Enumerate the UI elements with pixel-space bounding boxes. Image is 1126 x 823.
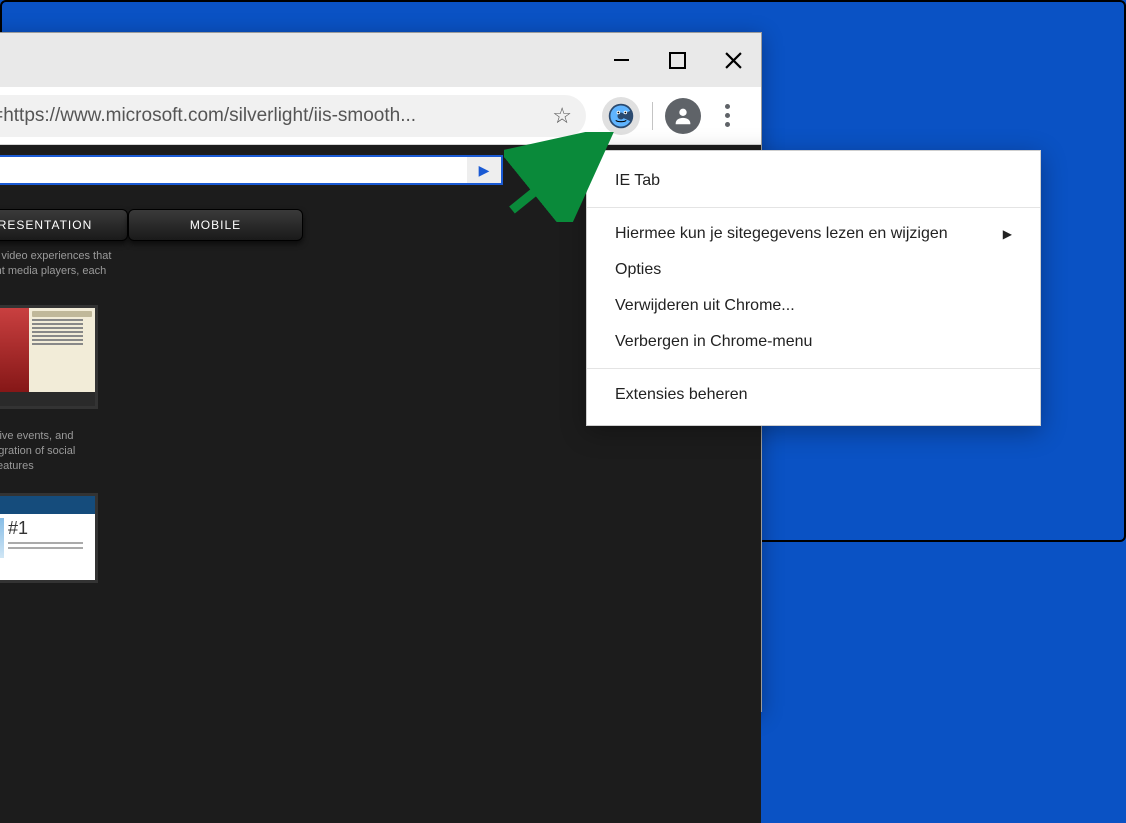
- toolbar-separator: [652, 102, 653, 130]
- menu-hide[interactable]: Verbergen in Chrome-menu: [587, 324, 1040, 360]
- address-url: url=https://www.microsoft.com/silverligh…: [0, 105, 542, 127]
- menu-manage-label: Extensies beheren: [615, 386, 748, 404]
- tab-mobile[interactable]: MOBILE: [128, 209, 303, 241]
- video-thumbnail-2[interactable]: #1: [0, 493, 98, 583]
- page-description-1: engaging video experiences that ry diffe…: [0, 249, 153, 279]
- page-tabs: PRESENTATION MOBILE: [0, 209, 303, 241]
- menu-site-access[interactable]: Hiermee kun je sitegegevens lezen en wij…: [587, 216, 1040, 252]
- video-thumbnail-1[interactable]: [0, 305, 98, 409]
- menu-separator: [587, 368, 1040, 369]
- window-minimize-button[interactable]: [593, 33, 649, 87]
- menu-title: IE Tab: [587, 163, 1040, 199]
- menu-remove-label: Verwijderen uit Chrome...: [615, 297, 795, 315]
- menu-site-access-label: Hiermee kun je sitegegevens lezen en wij…: [615, 225, 948, 243]
- menu-title-label: IE Tab: [615, 172, 660, 190]
- window-maximize-button[interactable]: [649, 33, 705, 87]
- menu-manage-extensions[interactable]: Extensies beheren: [587, 377, 1040, 413]
- address-bar[interactable]: url=https://www.microsoft.com/silverligh…: [0, 95, 586, 137]
- chrome-menu-button[interactable]: [707, 104, 747, 127]
- bookmark-star-icon[interactable]: ☆: [552, 103, 572, 129]
- window-titlebar: [0, 33, 761, 87]
- browser-toolbar: url=https://www.microsoft.com/silverligh…: [0, 87, 761, 145]
- page-search-input[interactable]: [0, 157, 467, 183]
- submenu-arrow-icon: ▶: [1003, 227, 1012, 241]
- menu-options[interactable]: Opties: [587, 252, 1040, 288]
- menu-remove[interactable]: Verwijderen uit Chrome...: [587, 288, 1040, 324]
- extension-context-menu: IE Tab Hiermee kun je sitegegevens lezen…: [586, 150, 1041, 426]
- menu-hide-label: Verbergen in Chrome-menu: [615, 333, 812, 351]
- window-close-button[interactable]: [705, 33, 761, 87]
- menu-options-label: Opties: [615, 261, 661, 279]
- profile-button[interactable]: [665, 98, 701, 134]
- page-description-2: elivering live events, and g the integra…: [0, 429, 148, 474]
- ietab-extension-button[interactable]: [602, 97, 640, 135]
- page-search-go-button[interactable]: ▶: [467, 157, 501, 183]
- page-search-box[interactable]: ▶: [0, 155, 503, 185]
- menu-separator: [587, 207, 1040, 208]
- tab-presentation[interactable]: PRESENTATION: [0, 209, 128, 241]
